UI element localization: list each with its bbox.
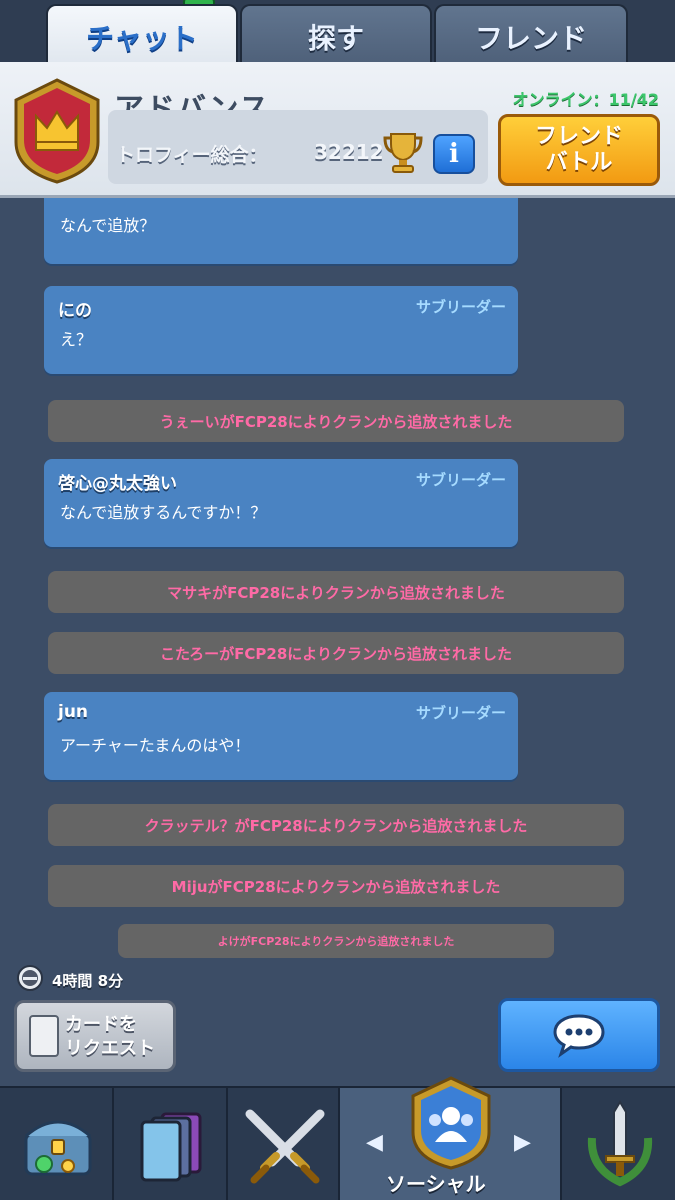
clan-crown-badge-icon: [14, 78, 100, 184]
trophy-cup-icon: [383, 133, 423, 173]
request-cards-button[interactable]: カードを リクエスト: [14, 1000, 176, 1072]
bottom-nav: [0, 1076, 675, 1200]
nav-social-label: ソーシャル: [386, 1172, 486, 1196]
friend-battle-button[interactable]: フレンド バトル: [498, 114, 660, 186]
card-icon: [29, 1015, 59, 1057]
clan-header: アドバンス トロフィー総合： 32212 i オンライン：11/42 フレンド …: [0, 62, 675, 198]
system-message: うぇーいがFCP28によりクランから追放されました: [48, 400, 624, 442]
system-message: よけがFCP28によりクランから追放されました: [118, 924, 554, 958]
nav-left-arrow-icon[interactable]: ◀: [366, 1130, 383, 1155]
message-text: なんで追放？: [60, 216, 156, 235]
nav-right-arrow-icon[interactable]: ▶: [514, 1130, 531, 1155]
message-author[interactable]: にの: [58, 296, 92, 321]
trophy-summary: トロフィー総合： 32212 i: [108, 110, 488, 184]
clock-icon: [17, 965, 43, 991]
nav-shop[interactable]: [0, 1088, 114, 1200]
chat-message: jun サブリーダー アーチャーたまんのはや！: [44, 692, 518, 780]
social-icon: [411, 1076, 491, 1170]
request-timer: 4時間 8分: [52, 972, 124, 990]
tab-bar: チャット 探す フレンド: [0, 0, 675, 68]
tab-chat[interactable]: チャット: [46, 4, 238, 68]
message-text: え？: [60, 330, 93, 349]
message-text: なんで追放するんですか！？: [60, 503, 267, 522]
message-author[interactable]: jun: [58, 702, 88, 722]
system-message: クラッテル？がFCP28によりクランから追放されました: [48, 804, 624, 846]
message-text: アーチャーたまんのはや！: [60, 736, 251, 755]
trophy-value: 32212: [314, 140, 384, 164]
chat-log[interactable]: なんで追放？ にの サブリーダー え？ うぇーいがFCP28によりクランから追放…: [0, 188, 675, 988]
tab-friends[interactable]: フレンド: [434, 4, 628, 68]
nav-tournament[interactable]: [562, 1088, 675, 1200]
nav-battle[interactable]: [228, 1088, 340, 1200]
request-cards-label: カードを リクエスト: [65, 1014, 155, 1059]
chat-bubble-icon: [553, 1014, 605, 1058]
trophy-label: トロフィー総合：: [116, 144, 268, 166]
chat-message: にの サブリーダー え？: [44, 286, 518, 374]
message-role: サブリーダー: [415, 471, 506, 489]
nav-cards[interactable]: [114, 1088, 228, 1200]
system-message: マサキがFCP28によりクランから追放されました: [48, 571, 624, 613]
chat-message: 啓心@丸太強い サブリーダー なんで追放するんですか！？: [44, 459, 518, 547]
chest-icon: [24, 1120, 92, 1176]
chat-message: なんで追放？: [44, 188, 518, 264]
tournament-sword-icon: [587, 1100, 653, 1187]
message-role: サブリーダー: [415, 704, 506, 722]
system-message: MijuがFCP28によりクランから追放されました: [48, 865, 624, 907]
online-count: オンライン：11/42: [512, 90, 659, 109]
message-author[interactable]: 啓心@丸太強い: [58, 469, 177, 494]
tab-search[interactable]: 探す: [240, 4, 432, 68]
message-role: サブリーダー: [415, 298, 506, 316]
info-icon[interactable]: i: [433, 134, 475, 174]
crossed-swords-icon: [245, 1109, 325, 1184]
compose-message-button[interactable]: [498, 998, 660, 1072]
cards-icon: [140, 1112, 202, 1182]
system-message: こたろーがFCP28によりクランから追放されました: [48, 632, 624, 674]
